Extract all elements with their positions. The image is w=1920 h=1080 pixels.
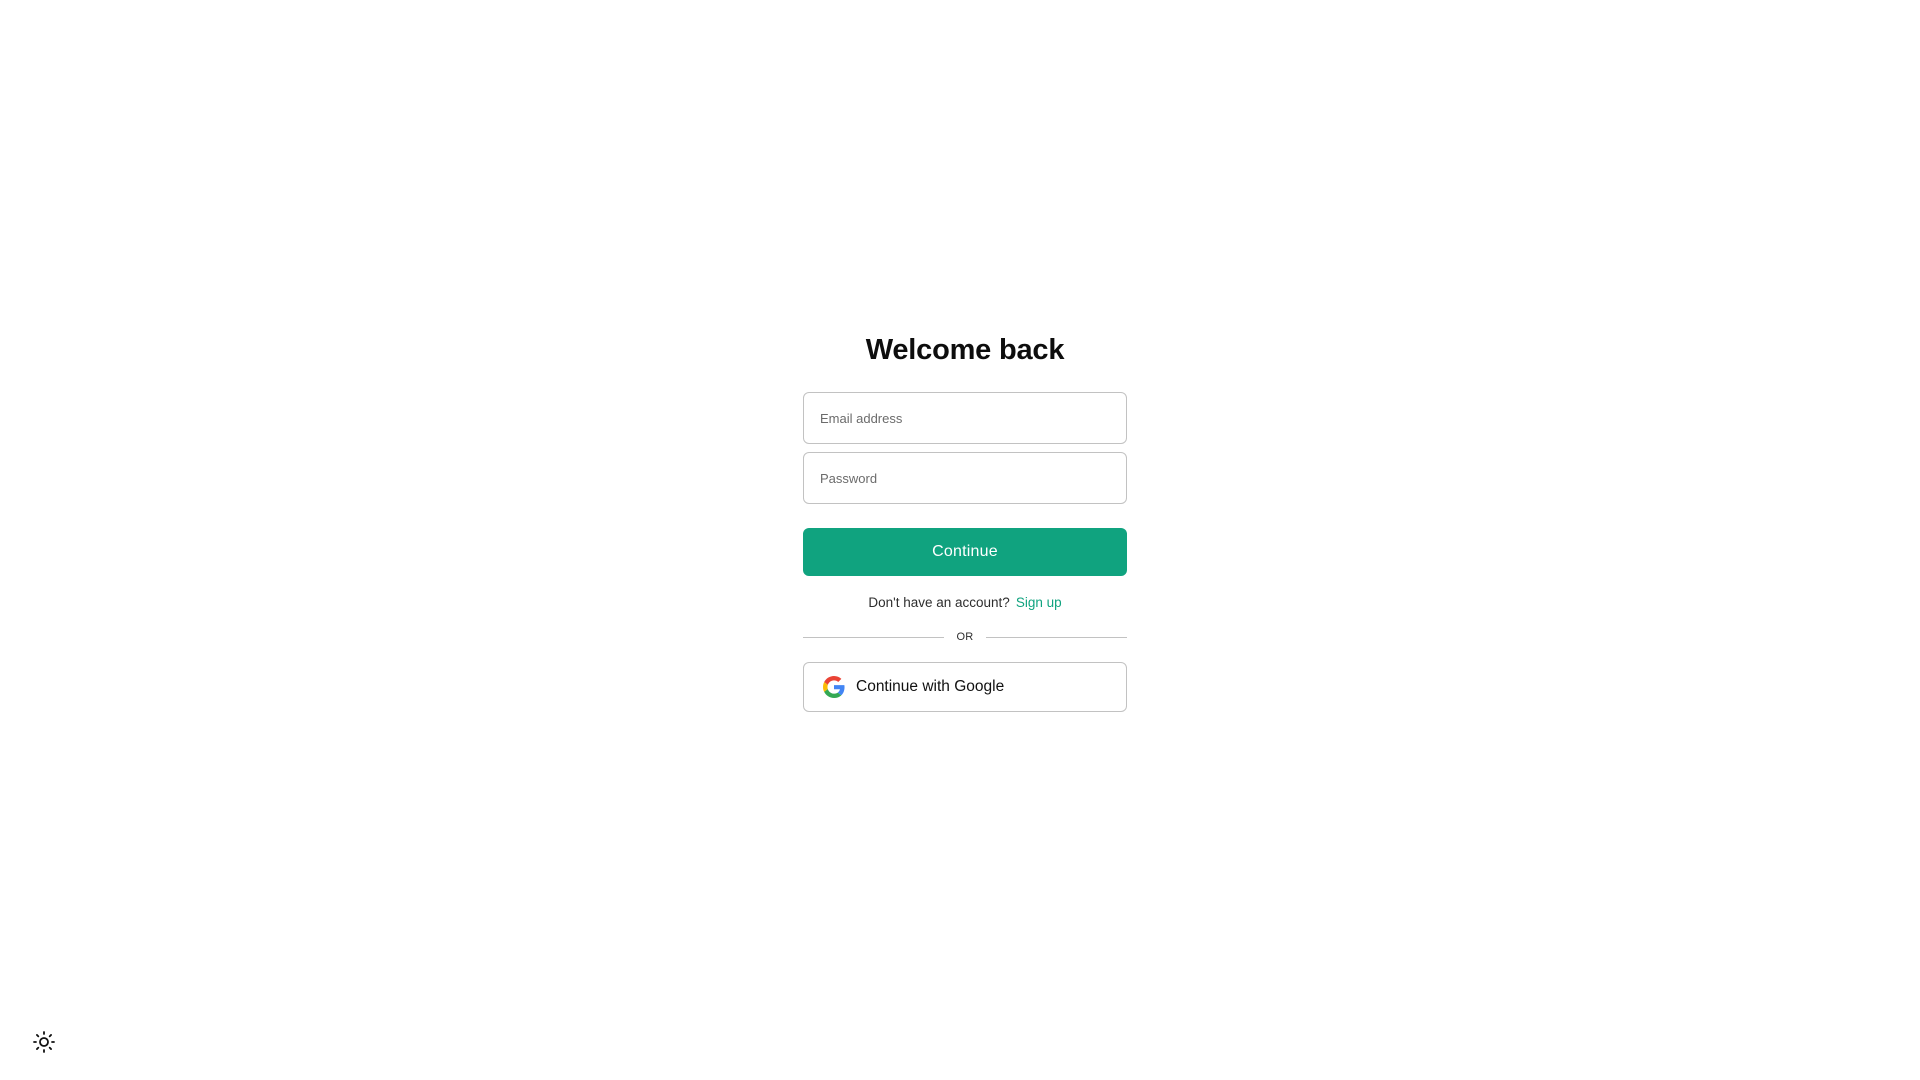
signup-prompt: Don't have an account?: [868, 595, 1010, 610]
signup-link[interactable]: Sign up: [1016, 595, 1062, 610]
email-input[interactable]: [820, 410, 1110, 426]
sun-icon: [32, 1030, 56, 1054]
theme-toggle-button[interactable]: [32, 1030, 56, 1054]
or-divider: OR: [803, 628, 1128, 646]
login-card: Welcome back Continue Don't have an acco…: [803, 320, 1128, 712]
signup-row: Don't have an account? Sign up: [803, 594, 1127, 612]
google-button-label: Continue with Google: [856, 678, 1005, 695]
page-title: Welcome back: [865, 334, 1065, 366]
divider-text: OR: [956, 631, 974, 643]
divider-line-left: [803, 636, 945, 638]
email-field[interactable]: [803, 392, 1127, 444]
google-logo-icon: [823, 676, 845, 698]
password-input[interactable]: [820, 470, 1110, 486]
login-page: Welcome back Continue Don't have an acco…: [0, 0, 1920, 1080]
continue-button[interactable]: Continue: [803, 528, 1127, 576]
password-field[interactable]: [803, 452, 1127, 504]
divider-line-right: [985, 636, 1128, 638]
google-signin-button[interactable]: Continue with Google: [803, 662, 1127, 712]
